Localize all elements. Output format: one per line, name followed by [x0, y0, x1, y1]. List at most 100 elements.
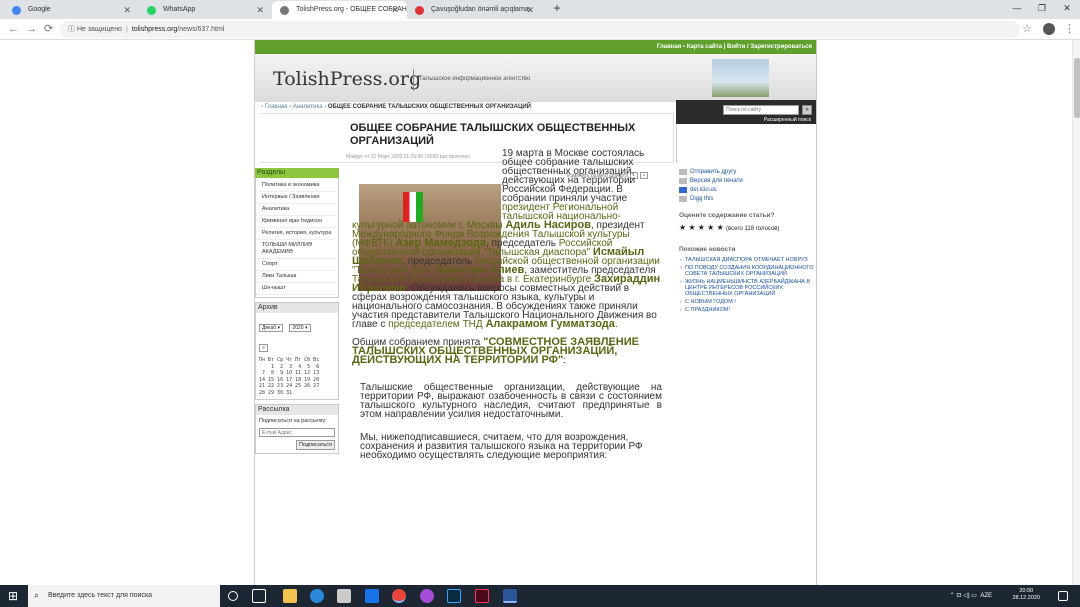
bookmark-star-icon[interactable]: ☆ — [1022, 21, 1032, 37]
url-field[interactable]: ⓘ Не защищено | tolishpress.org/news/637.h… — [60, 21, 1020, 38]
search-input[interactable]: Поиск по сайту — [723, 105, 799, 115]
page-scrollbar[interactable] — [1072, 40, 1080, 585]
mail-app-icon[interactable] — [365, 589, 379, 603]
sidebar-item-faces[interactable]: Лики Талыша — [256, 271, 338, 283]
tab-whatsapp[interactable]: WhatsApp ✕ — [139, 1, 272, 19]
sidebar-item-analytics[interactable]: Аналитика — [256, 204, 338, 216]
notifications-icon[interactable] — [1058, 591, 1068, 601]
tab-tolishpress[interactable]: TolishPress.org - ОБЩЕЕ СОБРАН ✕ — [272, 1, 407, 19]
cortana-icon[interactable] — [228, 591, 238, 601]
stars-icon[interactable]: ★ ★ ★ ★ ★ — [679, 223, 724, 232]
back-button[interactable]: ← — [8, 21, 19, 37]
info-icon[interactable]: ⓘ — [68, 26, 75, 33]
archive-box: Архив Декаб ▾ 2020 ▾ » Пн Вт Ср Чт Пт Сб… — [255, 302, 339, 400]
system-clock[interactable]: 20:00 28.12.2020 — [1012, 588, 1040, 602]
page-title: ОБЩЕЕ СОБРАНИЕ ТАЛЫШСКИХ ОБЩЕСТВЕННЫХ ОР… — [350, 122, 636, 147]
tab-title: Çavuşoğludan önəmli açıqlama: — [431, 6, 531, 13]
news-link[interactable]: С НОВЫМ ГОДОМ ! — [676, 299, 814, 305]
web-page: Главная ▪ Карта сайта | Войти / Зарегист… — [0, 40, 1080, 585]
address-bar-row: ← → ⟳ ⓘ Не защищено | tolishpress.org/news… — [0, 19, 1080, 40]
send-to-friend-link[interactable]: Отправить другу — [676, 168, 814, 177]
taskbar-search[interactable]: ⌕ Введите здесь текст для поиска — [28, 585, 220, 607]
right-sidebar: Отправить другу Версия для печати del.ic… — [676, 168, 814, 315]
close-window-button[interactable]: ✕ — [1055, 0, 1079, 17]
task-view-icon[interactable] — [252, 589, 266, 603]
reload-button[interactable]: ⟳ — [44, 21, 53, 37]
media-app-icon[interactable] — [420, 589, 434, 603]
close-icon[interactable]: ✕ — [526, 1, 534, 19]
close-icon[interactable]: ✕ — [391, 1, 399, 19]
maximize-button[interactable]: ❐ — [1030, 0, 1054, 17]
url-path: /news/637.html — [177, 26, 225, 33]
news-link[interactable]: С ПРАЗДНИКОМ! — [676, 307, 814, 313]
sidebar-item-sha-nysht[interactable]: Шә-нышт — [256, 283, 338, 295]
whatsapp-icon — [147, 6, 156, 15]
minimize-button[interactable]: — — [1005, 0, 1029, 17]
archive-year-select[interactable]: 2020 ▾ — [289, 324, 311, 332]
sidebar-item-interview[interactable]: Интервью / Заявление — [256, 192, 338, 204]
close-icon[interactable]: ✕ — [123, 1, 131, 19]
delicious-link[interactable]: del.icio.us — [676, 186, 814, 195]
close-icon[interactable]: ✕ — [256, 1, 264, 19]
site-logo[interactable]: TolishPress.org — [273, 68, 421, 90]
subscribe-button[interactable]: Подписаться — [296, 440, 335, 450]
print-version-link[interactable]: Версия для печати — [676, 177, 814, 186]
word-icon[interactable] — [503, 589, 517, 603]
sections-heading: Разделы — [255, 168, 339, 178]
article-paragraph: 19 марта в Москве состоялась общее собра… — [352, 149, 662, 330]
news-link[interactable]: ПО ПОВОДУ СОЗДАНИЯ КООРДИНАЦИОННОГО СОВЕ… — [676, 265, 814, 277]
language-indicator[interactable]: AZE — [980, 593, 992, 599]
url-host: tolishpress.org — [131, 26, 178, 33]
browser-menu-icon[interactable]: ⋮ — [1064, 21, 1075, 37]
security-label: Не защищено — [76, 26, 122, 33]
breadcrumb: › Главная › Аналитика › ОБЩЕЕ СОБРАНИЕ Т… — [261, 104, 531, 110]
tab-cavusoglu[interactable]: Çavuşoğludan önəmli açıqlama: ✕ — [407, 1, 542, 19]
advanced-search-link[interactable]: Расширенный поиск — [764, 117, 811, 123]
sidebar-item-sport[interactable]: Спорт — [256, 259, 338, 271]
article-paragraph: Талышские общественные организации, дейс… — [360, 382, 662, 420]
mosque-header-image — [712, 59, 769, 97]
text: : — [563, 355, 567, 366]
archive-month-select[interactable]: Декаб ▾ — [259, 324, 284, 332]
person-name: Алакрамом Гумматзода — [485, 318, 615, 330]
edge-icon[interactable] — [310, 589, 324, 603]
windows-start-icon[interactable]: ⊞ — [8, 590, 18, 602]
sidebar-item-academy[interactable]: ТОЛЫШИ МИЛЛИӘ АКАДЕМИӘ — [256, 240, 338, 259]
tray-icons[interactable]: ⌃ ⊡ ◁) ▭ — [950, 593, 977, 599]
newsletter-label: Подписаться на рассылку: — [259, 418, 327, 424]
article-paragraph: Мы, нижеподписавшиеся, считаем, что для … — [360, 432, 643, 461]
sidebar-item-politics[interactable]: Политика и экономика — [256, 180, 338, 192]
search-button[interactable]: » — [802, 105, 812, 115]
email-field[interactable]: E-mail Адрес — [259, 428, 335, 437]
news-link[interactable]: ЖИЗНЬ НАЦМЕНЬШИНСТВ АЗЕРБАЙДЖАНА В ЦЕНТР… — [676, 279, 814, 297]
sidebar-item-religion[interactable]: Религия, история, культура — [256, 228, 338, 240]
article-paragraph: Общим собранием принята "СОВМЕСТНОЕ ЗАЯВ… — [352, 337, 662, 366]
sidebar-item-crime[interactable]: Криминал ијан һәдисон — [256, 216, 338, 228]
archive-calendar[interactable]: Пн Вт Ср Чт Пт Сб Вс 1 2 3 4 5 6 7 8 9 1… — [256, 357, 338, 399]
rating-stars[interactable]: ★ ★ ★ ★ ★ (всего 118 голосов) — [679, 223, 814, 232]
archive-go-button[interactable]: » — [259, 344, 268, 352]
photoshop-icon[interactable] — [447, 589, 461, 603]
votes-count: (всего 118 голосов) — [725, 226, 780, 232]
calendar-week[interactable]: 28 29 30 31 — [259, 390, 335, 397]
system-tray[interactable]: ⌃ ⊡ ◁) ▭ AZE — [950, 585, 992, 607]
breadcrumb-links[interactable]: › Главная › Аналитика › — [261, 104, 326, 110]
indesign-icon[interactable] — [475, 589, 489, 603]
top-navigation[interactable]: Главная ▪ Карта сайта | Войти / Зарегист… — [255, 40, 816, 54]
clock-date: 28.12.2020 — [1012, 595, 1040, 601]
link-label: del.icio.us — [690, 187, 717, 193]
logo-divider — [413, 69, 414, 91]
news-link[interactable]: ТАЛЫШСКАЯ ДИАСПОРА ОТМЕЧАЕТ НОВРУЗ — [676, 257, 814, 263]
tab-google[interactable]: Google ✕ — [4, 1, 139, 19]
digg-link[interactable]: Digg this — [676, 195, 814, 204]
file-explorer-icon[interactable] — [283, 589, 297, 603]
store-icon[interactable] — [337, 589, 351, 603]
site-header: TolishPress.org Талышское информационное… — [255, 54, 816, 102]
chrome-icon[interactable] — [392, 589, 406, 603]
forward-button[interactable]: → — [26, 21, 37, 37]
scrollbar-thumb[interactable] — [1074, 58, 1080, 118]
profile-avatar[interactable] — [1043, 23, 1055, 35]
newsletter-box: Рассылка Подписаться на рассылку: E-mail… — [255, 404, 339, 454]
right-column-top — [676, 125, 816, 163]
new-tab-button[interactable]: + — [545, 0, 569, 17]
